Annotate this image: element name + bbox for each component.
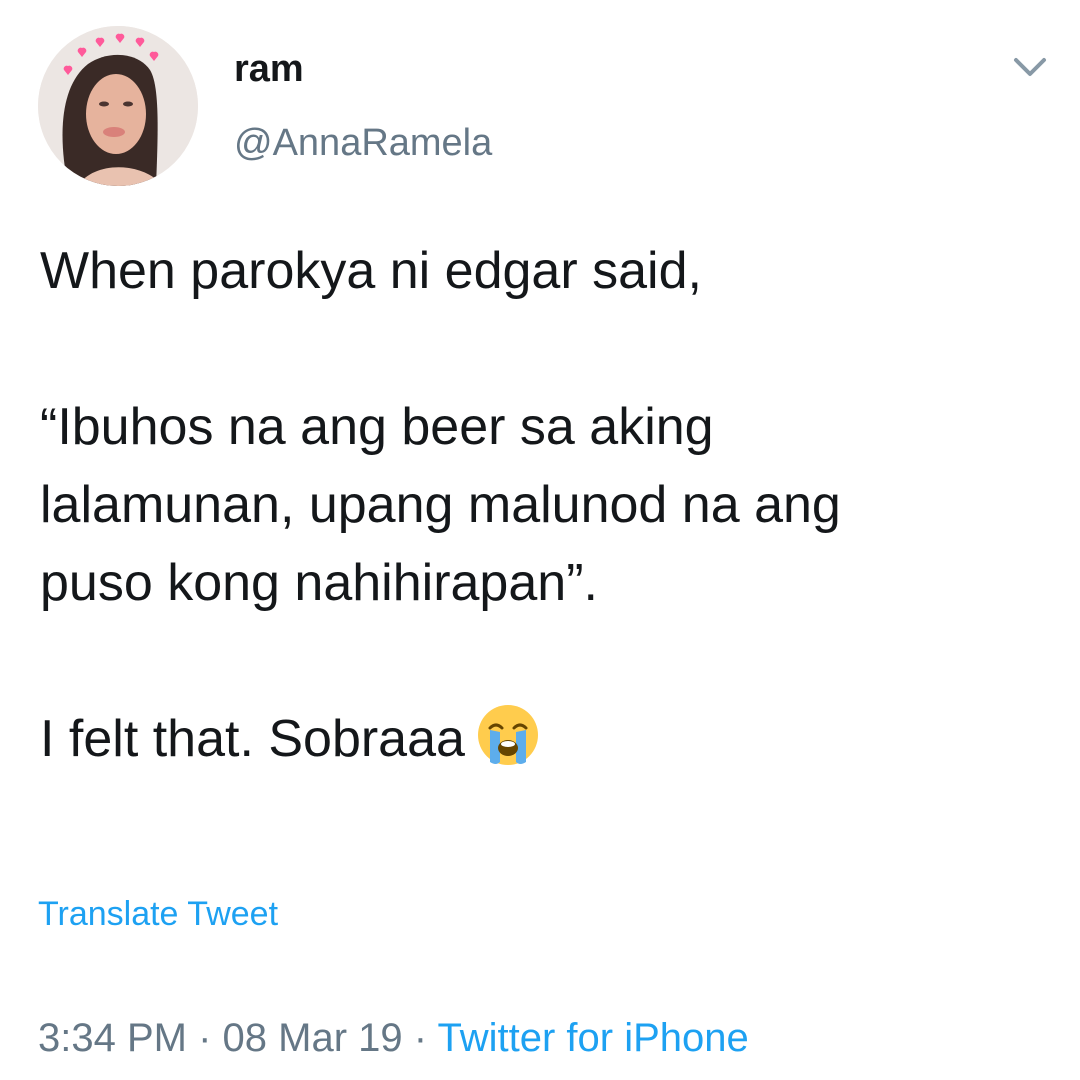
closing-text: I felt that. Sobraaa — [40, 710, 465, 768]
user-handle[interactable]: @AnnaRamela — [234, 120, 492, 166]
tweet-line: lalamunan, upang malunod na ang — [40, 476, 841, 534]
avatar-image — [38, 26, 198, 186]
tweet-line: “Ibuhos na ang beer sa aking — [40, 398, 714, 456]
meta-separator: · — [413, 1016, 428, 1060]
translate-tweet-link[interactable]: Translate Tweet — [38, 893, 278, 935]
loudly-crying-face-icon — [473, 700, 543, 770]
tweet-time[interactable]: 3:34 PM — [38, 1016, 187, 1060]
display-name[interactable]: ram — [234, 46, 304, 92]
tweet-source-link[interactable]: Twitter for iPhone — [438, 1016, 749, 1060]
tweet-text: When parokya ni edgar said, “Ibuhos na a… — [40, 232, 1050, 778]
meta-separator: · — [198, 1016, 212, 1060]
tweet-line-closing: I felt that. Sobraaa — [40, 700, 1050, 778]
avatar[interactable] — [38, 26, 198, 186]
tweet-line: When parokya ni edgar said, — [40, 242, 702, 300]
tweet-card: ram @AnnaRamela When parokya ni edgar sa… — [0, 0, 1080, 1080]
tweet-metadata: 3:34 PM · 08 Mar 19 · Twitter for iPhone — [38, 1013, 749, 1063]
tweet-date[interactable]: 08 Mar 19 — [223, 1016, 403, 1060]
chevron-down-icon[interactable] — [1008, 50, 1052, 82]
tweet-line: puso kong nahihirapan”. — [40, 554, 598, 612]
